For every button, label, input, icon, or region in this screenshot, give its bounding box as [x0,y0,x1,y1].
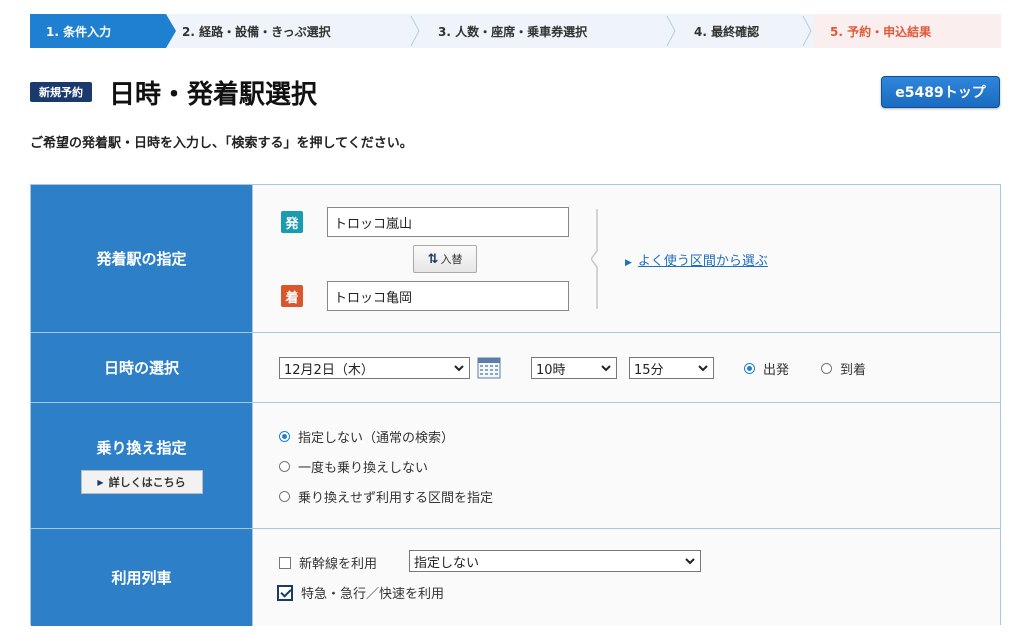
station-label: 発着駅の指定 [31,185,253,332]
station-content: 発 トロッコ嵐山 ⇅ 入替 着 トロッコ亀岡 ▶ よく使う区間から選ぶ [253,185,1000,332]
swap-stations-button[interactable]: ⇅ 入替 [413,245,477,273]
hour-select[interactable]: 10時 [531,357,617,379]
step-label: 4. 最終確認 [694,24,760,39]
chevron-down-icon [601,365,611,372]
shinkansen-label: 新幹線を利用 [299,557,378,572]
chevron-down-icon [698,365,708,372]
radio-unselected-icon [279,461,290,472]
step-2-route-selection: 2. 経路・設備・きっぷ選択 [166,14,422,48]
arrive-radio[interactable]: 到着 [821,359,866,378]
chevron-right-icon [802,16,812,46]
favorite-link-text: よく使う区間から選ぶ [637,254,768,269]
minute-select[interactable]: 15分 [629,357,714,379]
row-label: 日時の選択 [103,359,179,377]
transfer-label: 乗り換え指定 ▶ 詳しくはこちら [31,403,253,528]
transfer-option-specify-section[interactable]: 乗り換えせず利用する区間を指定 [279,487,493,506]
express-label: 特急・急行／快速を利用 [301,587,445,602]
arrival-badge: 着 [281,285,303,307]
transfer-row: 乗り換え指定 ▶ 詳しくはこちら 指定しない（通常の検索） 一度も乗り換えしない… [31,403,1000,529]
shinkansen-checkbox[interactable]: 新幹線を利用 [279,553,377,572]
search-form: 発着駅の指定 発 トロッコ嵐山 ⇅ 入替 着 トロッコ亀岡 ▶ よく使う区間から選… [30,184,1001,626]
step-arrow [166,14,176,48]
station-row: 発着駅の指定 発 トロッコ嵐山 ⇅ 入替 着 トロッコ亀岡 ▶ よく使う区間から選… [31,185,1000,333]
depart-label: 出発 [763,363,790,378]
transfer-option-no-transfer[interactable]: 一度も乗り換えしない [279,457,428,476]
date-select[interactable]: 12月2日（木） [279,357,470,379]
calendar-icon[interactable] [477,355,501,379]
option-label: 一度も乗り換えしない [298,461,429,476]
detail-button-label: 詳しくはこちら [108,476,186,489]
datetime-row: 日時の選択 12月2日（木） 10時 15分 出発 到着 [31,333,1000,403]
transfer-detail-button[interactable]: ▶ 詳しくはこちら [80,470,203,494]
swap-label: 入替 [440,253,463,266]
progress-steps: 1. 条件入力 2. 経路・設備・きっぷ選択 3. 人数・座席・乗車券選択 4.… [30,14,1001,48]
shinkansen-select-value: 指定しない [414,555,480,571]
radio-unselected-icon [821,363,832,374]
option-label: 乗り換えせず利用する区間を指定 [298,491,494,506]
option-label: 指定しない（通常の検索） [298,431,455,446]
e5489-top-button[interactable]: e5489トップ [881,76,1000,108]
step-5-result: 5. 予約・申込結果 [814,14,1001,48]
transfer-option-none[interactable]: 指定しない（通常の検索） [279,427,454,446]
chevron-right-icon [666,16,676,46]
step-4-final-confirm: 4. 最終確認 [678,14,814,48]
step-label: 5. 予約・申込結果 [830,24,932,39]
chevron-right-icon [410,16,420,46]
radio-unselected-icon [279,491,290,502]
instruction-text: ご希望の発着駅・日時を入力し、「検索する」を押してください。 [30,136,413,151]
step-label: 3. 人数・座席・乗車券選択 [438,24,588,39]
chevron-down-icon [685,558,695,565]
datetime-content: 12月2日（木） 10時 15分 出発 到着 [253,333,1000,402]
checkbox-unchecked-icon [279,556,291,569]
hour-value: 10時 [536,362,566,378]
chevron-down-icon [454,365,464,372]
radio-selected-icon [744,363,755,374]
shinkansen-select[interactable]: 指定しない [409,550,701,572]
train-type-row: 利用列車 新幹線を利用 指定しない 特急・急行／快速を利用 [31,529,1000,626]
transfer-content: 指定しない（通常の検索） 一度も乗り換えしない 乗り換えせず利用する区間を指定 [253,403,1000,528]
express-checkbox[interactable]: 特急・急行／快速を利用 [277,583,444,602]
new-reservation-badge: 新規予約 [30,82,92,102]
row-label: 発着駅の指定 [96,250,187,268]
step-3-seat-selection: 3. 人数・座席・乗車券選択 [422,14,678,48]
depart-radio[interactable]: 出発 [744,359,789,378]
departure-badge: 発 [281,211,303,233]
checkbox-checked-icon [277,584,293,601]
train-type-label: 利用列車 [31,529,253,626]
departure-station-input[interactable]: トロッコ嵐山 [327,207,569,237]
datetime-label: 日時の選択 [31,333,253,402]
brace-divider-icon [591,209,598,309]
radio-selected-icon [279,431,290,442]
step-label: 2. 経路・設備・きっぷ選択 [182,24,331,39]
arrive-label: 到着 [840,363,867,378]
step-1-condition-input: 1. 条件入力 [30,14,176,48]
arrival-station-input[interactable]: トロッコ亀岡 [327,281,569,311]
minute-value: 15分 [634,362,664,378]
triangle-right-icon: ▶ [625,258,632,268]
favorite-route-link[interactable]: ▶ よく使う区間から選ぶ [625,250,768,269]
page-title: 日時・発着駅選択 [109,80,318,110]
row-label: 利用列車 [111,569,172,587]
row-label: 乗り換え指定 [96,439,187,457]
triangle-right-icon: ▶ [97,477,104,487]
train-type-content: 新幹線を利用 指定しない 特急・急行／快速を利用 [253,529,1000,626]
step-label: 1. 条件入力 [46,24,112,39]
date-value: 12月2日（木） [284,362,374,378]
swap-arrows-icon: ⇅ [427,251,439,267]
